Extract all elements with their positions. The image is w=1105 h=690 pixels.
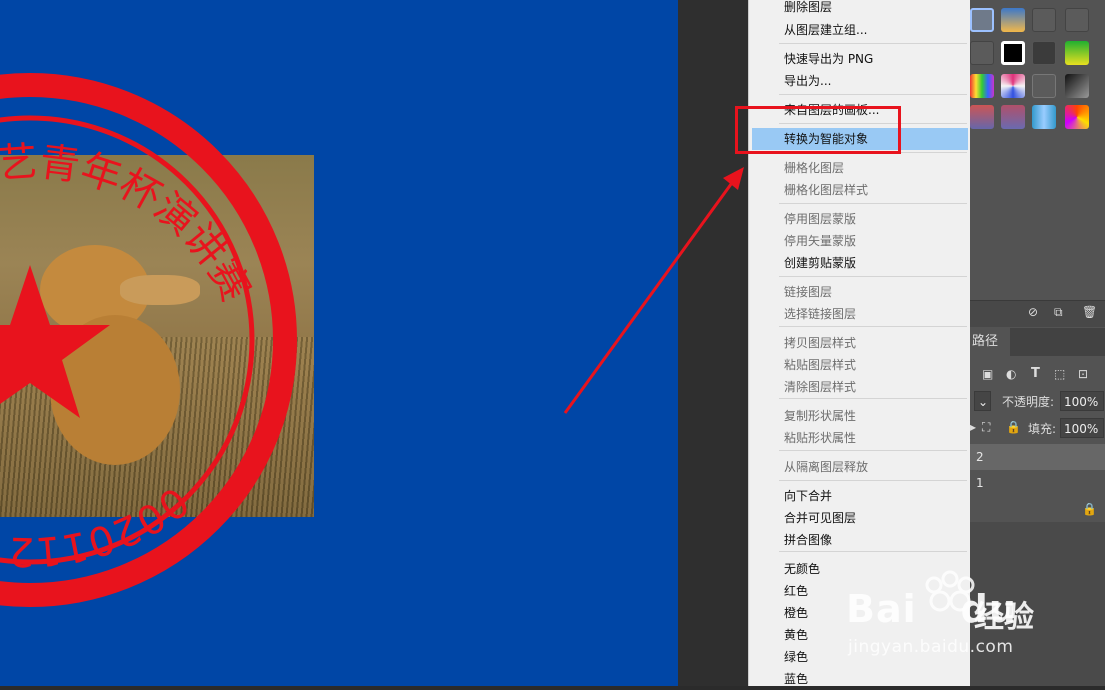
watermark-url: jingyan.baidu.com	[848, 637, 1014, 657]
baidu-jingyan-watermark: Bai du 经验 jingyan.baidu.com	[818, 565, 1048, 665]
annotation-highlight-box	[735, 106, 901, 154]
watermark-brand-cn: 经验	[974, 600, 1034, 635]
watermark-brand-latin: Bai	[846, 587, 917, 631]
